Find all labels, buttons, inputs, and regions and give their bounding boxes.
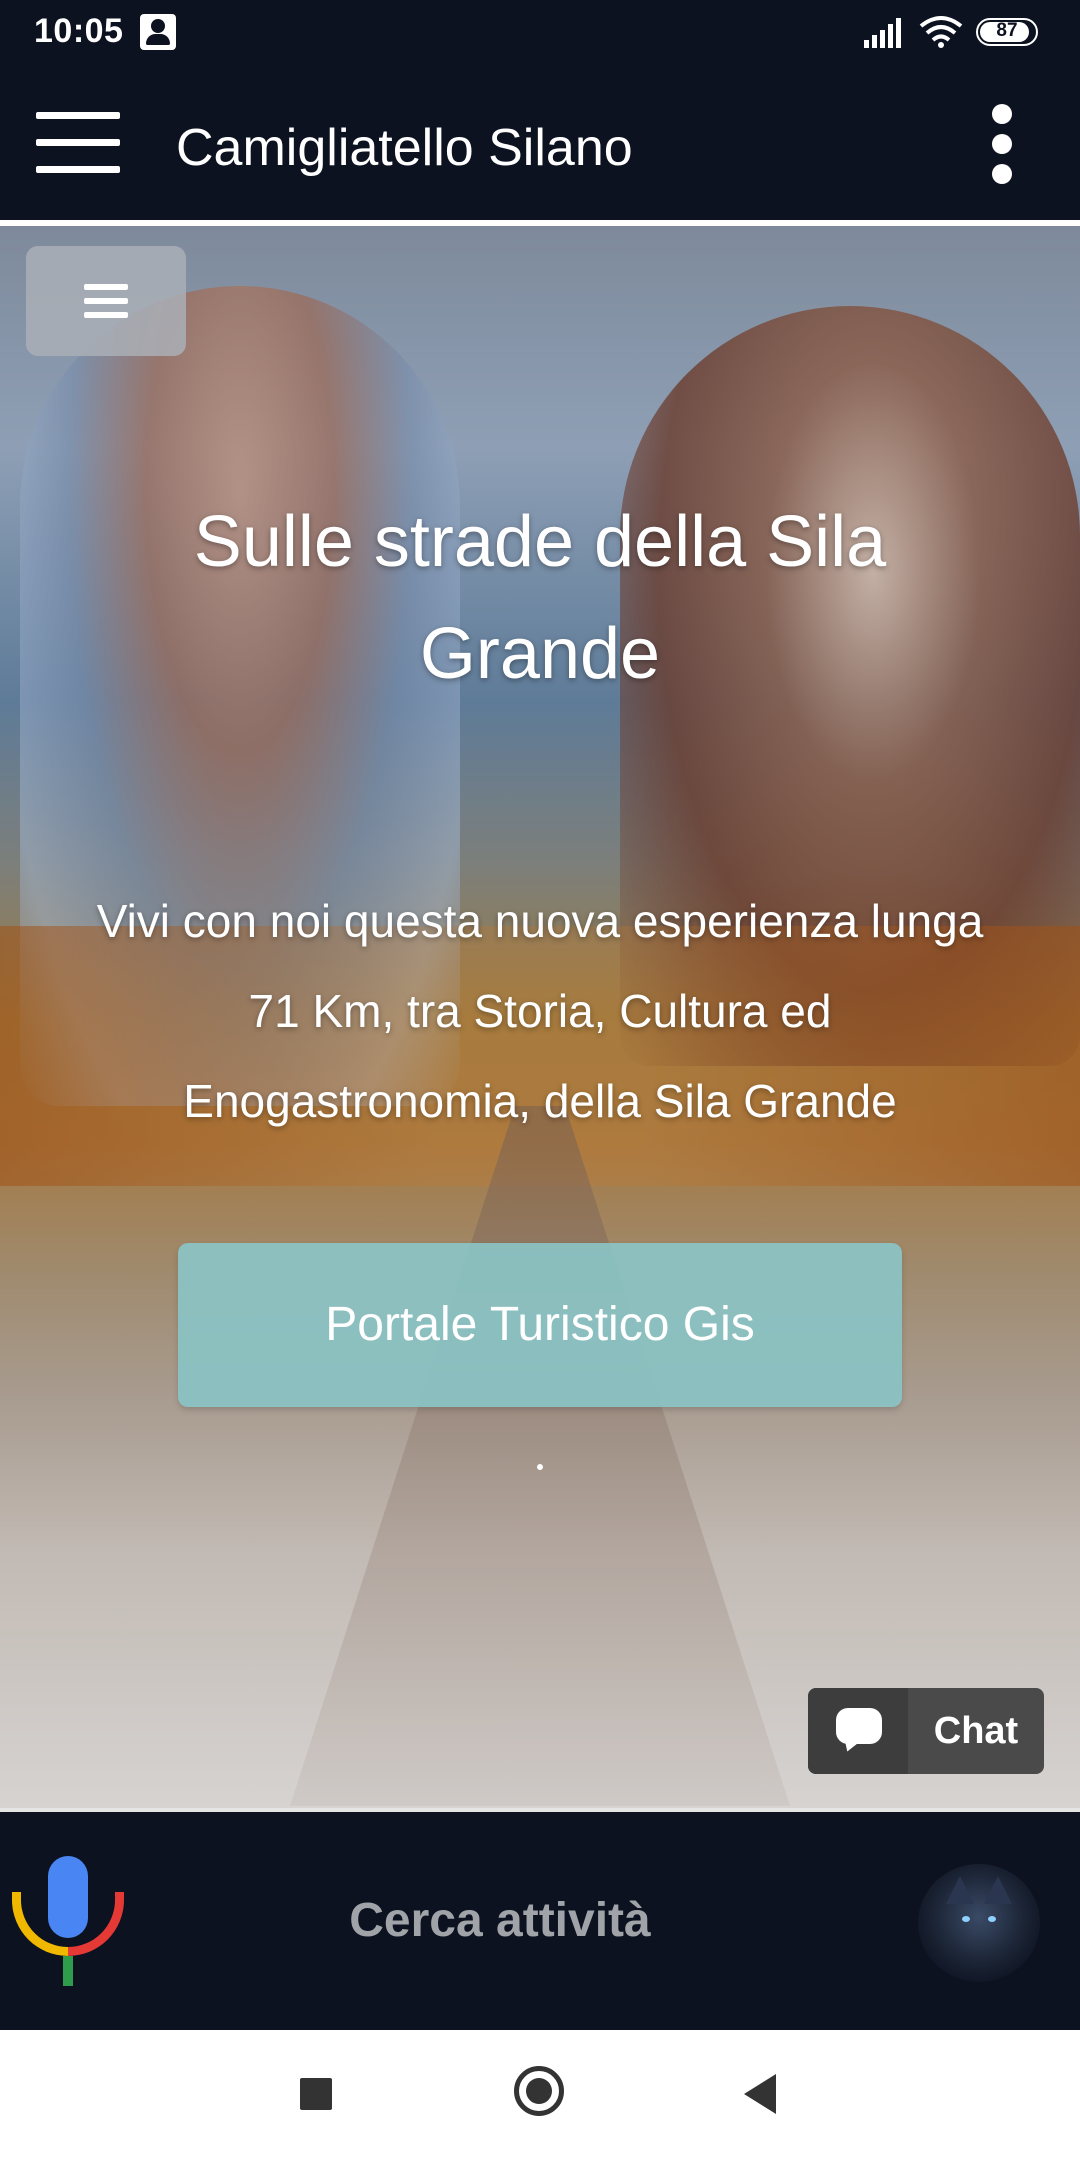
hamburger-icon[interactable]: [36, 112, 120, 174]
status-bar: 10:05 87: [0, 0, 1080, 68]
signal-icon: [864, 18, 901, 48]
chat-label: Chat: [933, 1710, 1019, 1752]
app-bar: Camigliatello Silano: [0, 68, 1080, 220]
hero-title: Sulle strade della Sila Grande: [193, 502, 887, 694]
carousel-indicator: [537, 1464, 543, 1470]
back-triangle-icon[interactable]: [744, 2074, 776, 2114]
hero-background-road: [290, 1106, 790, 1806]
hero-menu-button[interactable]: [26, 246, 186, 356]
chat-button[interactable]: Chat: [808, 1688, 1044, 1774]
status-time: 10:05: [34, 12, 124, 50]
search-bar: Cerca attività: [0, 1812, 1080, 2030]
chat-bubble-icon: [808, 1688, 908, 1774]
battery-icon: 87: [976, 18, 1044, 48]
search-activity-button[interactable]: Cerca attività: [230, 1812, 770, 2030]
portale-turistico-gis-button[interactable]: Portale Turistico Gis: [178, 1243, 902, 1407]
more-vert-icon[interactable]: [984, 104, 1020, 184]
wifi-icon: [919, 16, 963, 48]
hero-subtitle: Vivi con noi questa nuova esperienza lun…: [96, 895, 984, 1127]
microphone-icon[interactable]: [12, 1856, 124, 1986]
recents-square-icon[interactable]: [300, 2078, 332, 2110]
home-circle-icon[interactable]: [514, 2066, 564, 2116]
hero-section: Sulle strade della Sila Grande Vivi con …: [0, 226, 1080, 1808]
system-nav-bar: [0, 2030, 1080, 2160]
app-title: Camigliatello Silano: [176, 119, 633, 177]
wolf-logo[interactable]: [918, 1864, 1040, 1982]
battery-level: 87: [996, 20, 1018, 41]
contact-icon: [140, 14, 176, 50]
